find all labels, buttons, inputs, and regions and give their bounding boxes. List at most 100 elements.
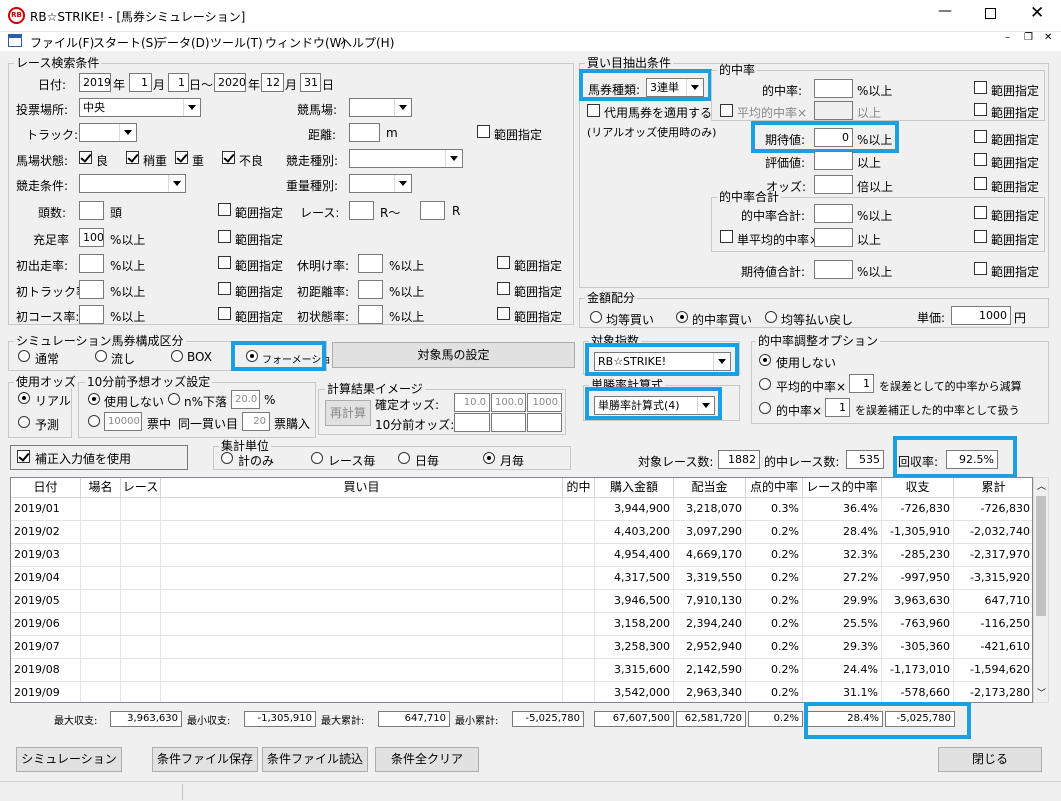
table-header-cell[interactable]: 点的中率 (746, 478, 803, 498)
agg-month-radio[interactable] (483, 452, 495, 464)
save-conditions-button[interactable]: 条件ファイル保存 (152, 747, 258, 772)
close-icon[interactable]: ✕ (1030, 3, 1044, 23)
odds-filter-input[interactable] (814, 175, 853, 194)
menu-file[interactable]: ファイル(F) (30, 34, 94, 51)
table-header-cell[interactable]: 場名 (81, 478, 121, 498)
cond-heavy-checkbox[interactable] (175, 151, 188, 164)
table-header-cell[interactable]: 買い目 (161, 478, 563, 498)
odds-range-checkbox[interactable] (974, 177, 987, 190)
distance-input[interactable] (349, 123, 380, 142)
fill-range-checkbox[interactable] (218, 230, 231, 243)
to-year[interactable]: 2020 (214, 73, 246, 92)
rest-input[interactable] (358, 254, 383, 273)
to-day[interactable]: 31 (300, 73, 321, 92)
table-header-cell[interactable]: 収支 (882, 478, 954, 498)
exp-sum-range-checkbox[interactable] (974, 262, 987, 275)
child-close-icon[interactable]: ✕ (1044, 32, 1052, 43)
avg-hit-checkbox[interactable] (720, 104, 733, 117)
table-header-cell[interactable]: 配当金 (674, 478, 746, 498)
menu-help[interactable]: ヘルプ(H) (340, 34, 394, 51)
first-input[interactable] (79, 254, 104, 273)
scroll-thumb[interactable] (1036, 496, 1046, 616)
alloc-payout-radio[interactable] (765, 311, 777, 323)
sim-normal-radio[interactable] (18, 350, 30, 362)
firstdist-range-checkbox[interactable] (497, 282, 510, 295)
alt-bet-checkbox[interactable] (587, 104, 600, 117)
table-header-cell[interactable]: 的中 (563, 478, 595, 498)
venue-select[interactable]: 中央 (79, 98, 201, 117)
table-header-cell[interactable]: レース (121, 478, 161, 498)
agg-day-radio[interactable] (398, 452, 410, 464)
sim-box-radio[interactable] (171, 350, 183, 362)
table-scrollbar[interactable]: ︿ ﹀ (1033, 477, 1049, 703)
from-year[interactable]: 2019 (79, 73, 111, 92)
table-header-cell[interactable]: レース的中率 (803, 478, 882, 498)
firstcourse-range-checkbox[interactable] (218, 307, 231, 320)
hit-rate-input[interactable] (814, 79, 853, 98)
single-avg-input[interactable] (814, 228, 853, 247)
eval-input[interactable] (814, 151, 853, 170)
odds-forecast-radio[interactable] (18, 416, 30, 428)
expected-range-checkbox[interactable] (974, 130, 987, 143)
heads-range-checkbox[interactable] (218, 203, 231, 216)
simulate-button[interactable]: シミュレーション (16, 747, 122, 772)
racecourse-select[interactable] (349, 98, 412, 117)
pre10-drop-radio[interactable] (168, 393, 180, 405)
hit-sum-range-checkbox[interactable] (974, 206, 987, 219)
load-conditions-button[interactable]: 条件ファイル読込 (262, 747, 368, 772)
menu-tools[interactable]: ツール(T) (210, 34, 263, 51)
race-from-input[interactable] (349, 201, 374, 220)
hit-rate-range-checkbox[interactable] (974, 81, 987, 94)
adjust-hit-radio[interactable] (759, 402, 771, 414)
adjust-none-radio[interactable] (759, 354, 771, 366)
firstdist-input[interactable] (358, 280, 383, 299)
single-avg-range-checkbox[interactable] (974, 230, 987, 243)
alloc-hit-radio[interactable] (676, 311, 688, 323)
agg-race-radio[interactable] (311, 452, 323, 464)
firstcourse-input[interactable] (79, 305, 104, 324)
cond-good-checkbox[interactable] (79, 151, 92, 164)
menu-window[interactable]: ウィンドウ(W) (265, 34, 346, 51)
menu-data[interactable]: データ(D) (155, 34, 210, 51)
results-table[interactable]: 日付 場名 レース 買い目 的中 購入金額 配当金 点的中率 レース的中率 収支 累計 2019/0… (10, 477, 1033, 703)
child-minimize-icon[interactable]: – (1005, 32, 1010, 43)
fill-input[interactable]: 100 (79, 228, 104, 247)
minimize-icon[interactable]: — (938, 3, 952, 19)
pre10-buy-input[interactable]: 20 (242, 412, 270, 431)
heads-input[interactable] (79, 201, 104, 220)
single-avg-checkbox[interactable] (720, 230, 733, 243)
scroll-down-icon[interactable]: ﹀ (1037, 686, 1046, 699)
clear-conditions-button[interactable]: 条件全クリア (375, 747, 479, 772)
exp-sum-input[interactable] (814, 260, 853, 279)
track-select[interactable] (79, 123, 137, 142)
avg-hit-range-checkbox[interactable] (974, 103, 987, 116)
from-day[interactable]: 1 (168, 73, 189, 92)
avg-hit-input[interactable] (814, 101, 853, 120)
pre10-unused-radio[interactable] (88, 393, 100, 405)
to-month[interactable]: 12 (261, 73, 284, 92)
sim-flow-radio[interactable] (95, 350, 107, 362)
adjust-hit-input[interactable]: 1 (825, 398, 850, 417)
eval-range-checkbox[interactable] (974, 153, 987, 166)
adjust-avg-radio[interactable] (759, 378, 771, 390)
runtype-select[interactable] (349, 149, 463, 168)
race-to-input[interactable] (420, 201, 445, 220)
first-range-checkbox[interactable] (218, 256, 231, 269)
agg-total-radio[interactable] (221, 452, 233, 464)
table-header-cell[interactable]: 日付 (11, 478, 81, 498)
firstcond-input[interactable] (358, 305, 383, 324)
table-header-cell[interactable]: 購入金額 (595, 478, 674, 498)
distance-range-checkbox[interactable] (477, 125, 490, 138)
target-horse-button[interactable]: 対象馬の設定 (332, 342, 575, 368)
maximize-icon[interactable] (985, 8, 996, 19)
child-restore-icon[interactable]: ❐ (1024, 32, 1033, 43)
firsttrack-range-checkbox[interactable] (218, 282, 231, 295)
firstcond-range-checkbox[interactable] (497, 307, 510, 320)
adjust-avg-input[interactable]: 1 (849, 374, 874, 393)
cond-bad-checkbox[interactable] (222, 151, 235, 164)
hit-sum-input[interactable] (814, 204, 853, 223)
close-button[interactable]: 閉じる (938, 747, 1042, 772)
rest-range-checkbox[interactable] (497, 256, 510, 269)
menu-start[interactable]: スタート(S) (93, 34, 158, 51)
pre10-drop-input[interactable]: 20.0 (231, 390, 260, 409)
